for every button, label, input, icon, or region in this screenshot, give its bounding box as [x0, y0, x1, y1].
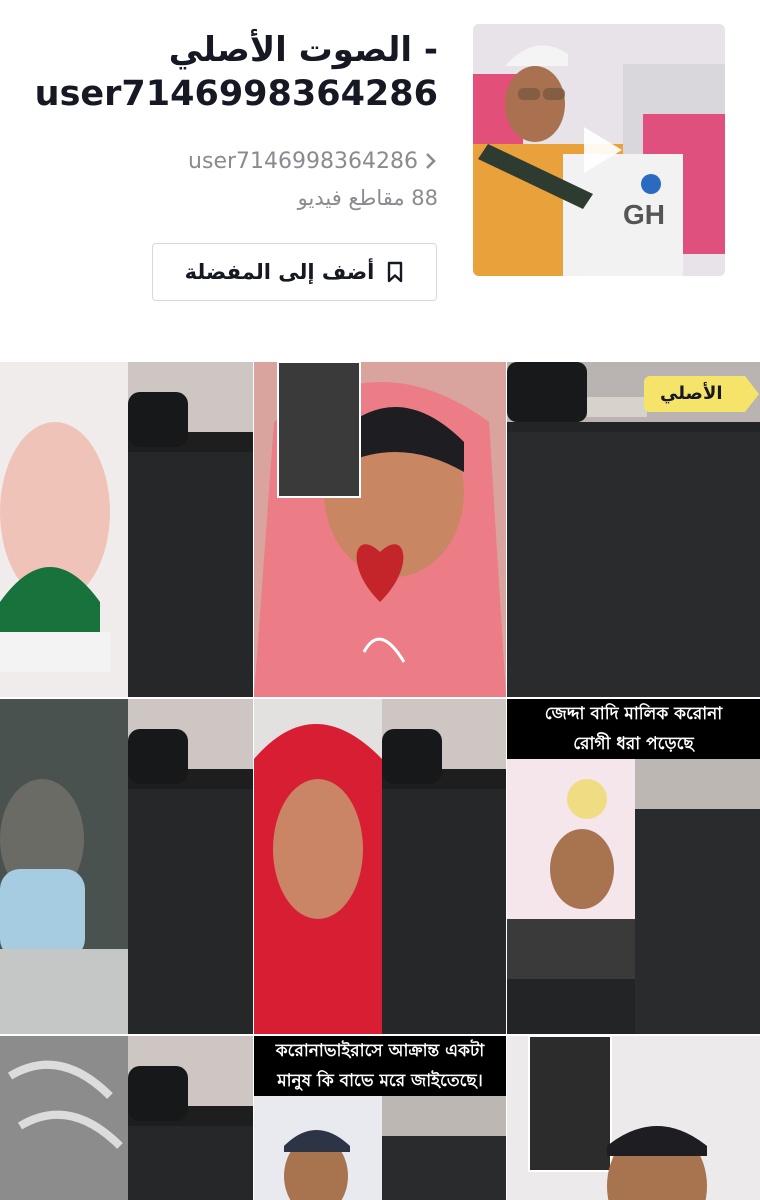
video-count: 88 مقاطع فيديو — [297, 186, 438, 210]
sound-header: GH الصوت الأصلي - user7146998364286 user… — [0, 0, 760, 345]
video-thumbnail[interactable] — [254, 362, 506, 697]
sound-title-line1: الصوت الأصلي - — [168, 30, 438, 70]
author-link[interactable]: user7146998364286 — [188, 146, 438, 176]
play-icon[interactable] — [576, 125, 626, 175]
video-thumbnail[interactable] — [254, 699, 506, 1034]
caption-line1: জেদ্দা বাদি মালিক করোনা — [544, 704, 723, 724]
sound-title-line2: user7146998364286 — [34, 74, 438, 114]
original-badge: الأصلي — [644, 376, 758, 412]
thumbnail-image — [254, 699, 506, 1034]
video-thumbnail[interactable] — [0, 362, 253, 697]
video-caption: করোনাভাইরাসে আক্রান্ত একটা মানুষ কি বাভে… — [254, 1036, 506, 1096]
video-thumbnail[interactable] — [0, 1036, 253, 1200]
add-to-favorites-label: أضف إلى المفضلة — [184, 260, 375, 284]
video-thumbnail[interactable]: জেদ্দা বাদি মালিক করোনা রোগী ধরা পড়েছে — [507, 699, 760, 1034]
thumbnail-image — [254, 362, 506, 697]
video-thumbnail[interactable] — [0, 699, 253, 1034]
video-thumbnail[interactable]: الأصلي — [507, 362, 760, 697]
thumbnail-image — [0, 699, 253, 1034]
thumbnail-image — [507, 362, 760, 697]
chevron-right-icon — [426, 153, 436, 169]
caption-line1: করোনাভাইরাসে আক্রান্ত একটা — [275, 1041, 485, 1061]
video-caption: জেদ্দা বাদি মালিক করোনা রোগী ধরা পড়েছে — [507, 699, 760, 759]
author-name: user7146998364286 — [188, 148, 418, 174]
thumbnail-image — [0, 1036, 253, 1200]
video-thumbnail[interactable]: করোনাভাইরাসে আক্রান্ত একটা মানুষ কি বাভে… — [254, 1036, 506, 1200]
caption-line2: মানুষ কি বাভে মরে জাইতেছে। — [277, 1071, 483, 1091]
sound-title: الصوت الأصلي - user7146998364286 — [18, 28, 438, 116]
thumbnail-image — [507, 1036, 760, 1200]
svg-text:GH: GH — [623, 199, 665, 230]
video-thumbnail[interactable] — [507, 1036, 760, 1200]
sound-cover-image[interactable]: GH — [473, 24, 725, 276]
video-grid: الأصلي জেদ্দা বাদি মালিক করোনা রোগী ধরা … — [0, 362, 760, 1200]
caption-line2: রোগী ধরা পড়েছে — [573, 734, 694, 754]
add-to-favorites-button[interactable]: أضف إلى المفضلة — [152, 243, 437, 301]
bookmark-icon — [388, 261, 403, 283]
thumbnail-image — [0, 362, 253, 697]
